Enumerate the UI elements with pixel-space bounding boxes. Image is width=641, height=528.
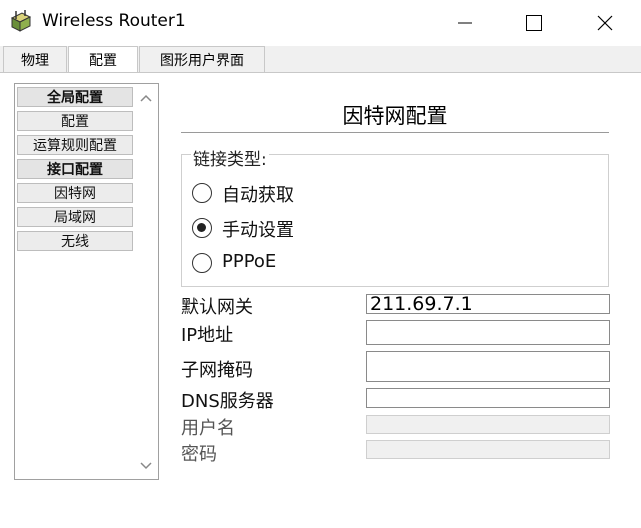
radio-auto-obtain[interactable] xyxy=(192,183,212,203)
gateway-input[interactable]: 211.69.7.1 xyxy=(366,294,610,314)
password-label: 密码 xyxy=(181,444,217,465)
radio-label-auto[interactable]: 自动获取 xyxy=(222,181,294,207)
subnet-mask-input[interactable] xyxy=(366,351,610,382)
title-divider xyxy=(181,132,609,133)
password-input xyxy=(366,440,610,459)
ip-address-label: IP地址 xyxy=(181,325,234,346)
sidebar-item-internet[interactable]: 因特网 xyxy=(17,183,133,203)
radio-label-manual[interactable]: 手动设置 xyxy=(222,216,294,242)
minimize-icon xyxy=(458,22,472,24)
gateway-label: 默认网关 xyxy=(181,297,253,318)
sidebar-scrollbar[interactable] xyxy=(135,85,157,478)
close-button[interactable] xyxy=(582,8,628,38)
sidebar-item-lan[interactable]: 局域网 xyxy=(17,207,133,227)
username-label: 用户名 xyxy=(181,418,235,439)
tab-label: 物理 xyxy=(21,52,49,69)
scroll-up-icon[interactable] xyxy=(140,93,152,105)
subnet-mask-label: 子网掩码 xyxy=(181,360,253,381)
radio-selected-dot xyxy=(197,223,206,232)
username-input xyxy=(366,415,610,434)
tab-bar: 物理 配置 图形用户界面 xyxy=(0,46,641,73)
tab-gui[interactable]: 图形用户界面 xyxy=(139,46,265,72)
sidebar-item-label: 局域网 xyxy=(54,210,96,226)
maximize-button[interactable] xyxy=(511,8,557,38)
sidebar-item-global-settings[interactable]: 全局配置 xyxy=(17,87,133,107)
tab-config[interactable]: 配置 xyxy=(68,46,138,73)
radio-label-pppoe[interactable]: PPPoE xyxy=(222,251,276,272)
radio-manual-setting[interactable] xyxy=(192,218,212,238)
connection-type-legend: 链接类型: xyxy=(191,145,269,170)
dns-server-label: DNS服务器 xyxy=(181,391,274,412)
sidebar-item-wireless[interactable]: 无线 xyxy=(17,231,133,251)
sidebar-item-label: 接口配置 xyxy=(47,162,103,178)
sidebar-item-algorithm-settings[interactable]: 运算规则配置 xyxy=(17,135,133,155)
dns-server-input[interactable] xyxy=(366,388,610,408)
minimize-button[interactable] xyxy=(442,8,488,38)
tab-physical[interactable]: 物理 xyxy=(3,46,67,72)
close-icon xyxy=(597,15,613,31)
sidebar-item-settings[interactable]: 配置 xyxy=(17,111,133,131)
window-title: Wireless Router1 xyxy=(42,11,186,31)
ip-address-input[interactable] xyxy=(366,320,610,345)
radio-pppoe[interactable] xyxy=(192,253,212,273)
tab-label: 配置 xyxy=(89,53,117,69)
router-app-icon xyxy=(10,10,32,32)
sidebar: 全局配置 配置 运算规则配置 接口配置 因特网 局域网 无线 xyxy=(14,83,159,480)
sidebar-item-interface-settings[interactable]: 接口配置 xyxy=(17,159,133,179)
sidebar-item-label: 配置 xyxy=(61,114,89,130)
sidebar-item-label: 因特网 xyxy=(54,186,96,202)
sidebar-item-label: 无线 xyxy=(61,234,89,250)
sidebar-item-label: 运算规则配置 xyxy=(33,138,117,154)
sidebar-item-label: 全局配置 xyxy=(47,90,103,106)
tab-label: 图形用户界面 xyxy=(160,52,244,69)
panel-title: 因特网配置 xyxy=(342,104,448,128)
scroll-down-icon[interactable] xyxy=(140,459,152,471)
title-bar: Wireless Router1 xyxy=(0,0,641,46)
maximize-icon xyxy=(526,15,542,31)
